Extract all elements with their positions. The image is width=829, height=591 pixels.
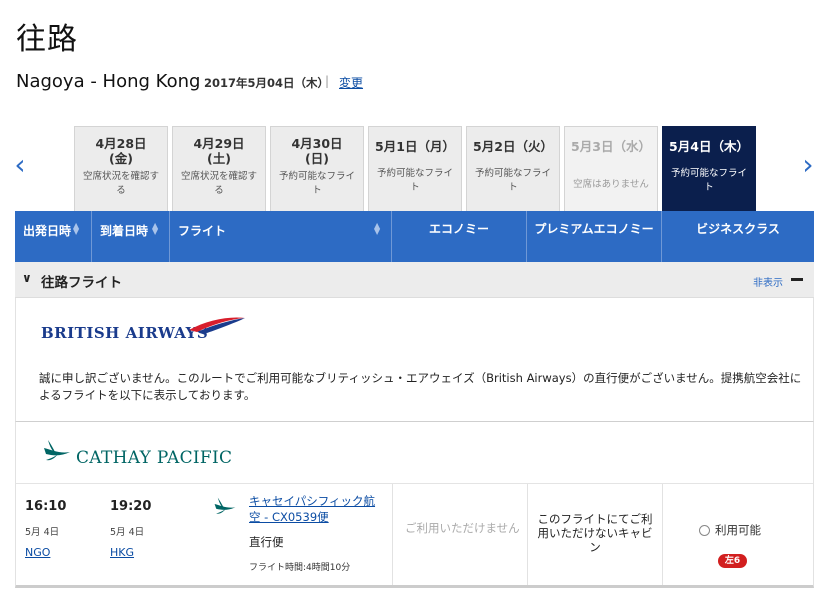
page-title: 往路: [16, 22, 78, 57]
minus-icon[interactable]: [791, 278, 803, 281]
date-tab-apr30[interactable]: 4月30日 (日) 予約可能なフライト: [270, 126, 364, 211]
no-direct-flight-message: 誠に申し訳ございません。このルートでご利用可能なブリティッシュ・エアウェイズ（B…: [39, 371, 802, 402]
next-date-arrow-icon[interactable]: ›: [798, 150, 818, 180]
flight-duration: フライト時間:4時間10分: [249, 563, 351, 573]
flight-number-link[interactable]: キャセイパシフィック航空 - CX0539便: [249, 493, 379, 525]
date-tab-may1[interactable]: 5月1日（月） 予約可能なフライト: [368, 126, 462, 211]
arrival-airport-link[interactable]: HKG: [110, 546, 134, 559]
date-tab-date: 4月28日: [95, 136, 147, 151]
date-tab-date: 4月29日: [193, 136, 245, 151]
sort-depart-header[interactable]: 出発日時 ▲ ▼: [15, 211, 92, 262]
premium-economy-cell: このフライトにてご利用いただけないキャビン: [527, 484, 662, 585]
date-tab-status: 予約可能なフライト: [376, 168, 453, 193]
date-tab-weekday: (土): [207, 151, 231, 166]
section-title: 往路フライト: [41, 275, 122, 291]
date-tab-may2[interactable]: 5月2日（火） 予約可能なフライト: [466, 126, 560, 211]
date-tab-status: 空席はありません: [573, 179, 649, 190]
date-tab-date: 5月2日（火）: [473, 139, 553, 154]
cathay-airline-icon: [214, 497, 236, 514]
premium-economy-header: プレミアムエコノミー: [527, 211, 662, 262]
arrival-date: 5月 4日: [110, 527, 145, 538]
date-tab-status: 予約可能なフライト: [278, 171, 355, 196]
header-label: 出発日時: [23, 224, 72, 238]
economy-cell: ご利用いただけません: [392, 484, 527, 585]
date-tab-apr29[interactable]: 4月29日 (土) 空席状況を確認する: [172, 126, 266, 211]
date-tab-status: 予約可能なフライト: [474, 168, 551, 193]
business-available-label: 利用可能: [715, 523, 761, 537]
british-airways-logo: BRITISH AIRWAYS: [41, 317, 245, 348]
header-label: フライト: [178, 224, 227, 238]
hide-section-link[interactable]: 非表示: [753, 274, 783, 289]
chevron-down-icon: ∨: [22, 271, 32, 285]
arrival-time: 19:20: [110, 499, 152, 514]
economy-header: エコノミー: [392, 211, 527, 262]
date-tab-weekday: (金): [109, 151, 133, 166]
date-tab-date: 5月3日（水）: [571, 139, 651, 154]
departure-airport-link[interactable]: NGO: [25, 546, 50, 559]
change-link[interactable]: 変更: [339, 74, 363, 91]
economy-unavailable: ご利用いただけません: [405, 521, 520, 535]
sort-arrows-icon: ▲ ▼: [73, 221, 80, 236]
header-label: 到着日時: [100, 224, 149, 238]
business-cell[interactable]: 利用可能 左6: [662, 484, 813, 585]
date-tab-may4[interactable]: 5月4日（木） 予約可能なフライト: [662, 126, 756, 213]
route-date: 2017年5月04日（木）: [204, 76, 330, 90]
british-airways-panel: BRITISH AIRWAYS 誠に申し訳ございません。このルートでご利用可能な…: [15, 298, 814, 422]
date-tab-apr28[interactable]: 4月28日 (金) 空席状況を確認する: [74, 126, 168, 211]
cathay-brushwing-icon: [44, 440, 70, 461]
seats-left-badge: 左6: [718, 554, 747, 568]
sort-flight-header[interactable]: フライト ▲ ▼: [170, 211, 392, 262]
direct-flight-label: 直行便: [249, 535, 284, 549]
outbound-section-bar[interactable]: ∨ 往路フライト 非表示: [15, 262, 814, 298]
flight-row: 16:10 5月 4日 NGO 19:20 5月 4日 HKG キャセイパシフィ…: [15, 484, 814, 588]
sort-arrows-icon: ▲ ▼: [374, 221, 381, 236]
date-tabs: 4月28日 (金) 空席状況を確認する 4月29日 (土) 空席状況を確認する …: [74, 126, 757, 213]
date-tab-status: 空席状況を確認する: [180, 171, 257, 196]
header-label: ビジネスクラス: [696, 222, 780, 236]
british-airways-logo-text: BRITISH AIRWAYS: [41, 324, 209, 342]
departure-date: 5月 4日: [25, 527, 60, 538]
sort-arrows-icon: ▲ ▼: [152, 221, 159, 236]
departure-time: 16:10: [25, 499, 67, 514]
date-tab-date: 4月30日: [291, 136, 343, 151]
sort-arrive-header[interactable]: 到着日時 ▲ ▼: [92, 211, 170, 262]
cathay-pacific-logo-text: CATHAY PACIFIC: [76, 448, 233, 468]
grid-header: 出発日時 ▲ ▼ 到着日時 ▲ ▼ フライト ▲ ▼ エコノミー プレミアムエコノミー…: [15, 211, 814, 262]
date-tab-may3: 5月3日（水） 空席はありません: [564, 126, 658, 211]
speedmarque-icon: [189, 317, 245, 333]
date-tab-date: 5月4日（木）: [669, 139, 749, 154]
premium-unavailable: このフライトにてご利用いただけないキャビン: [537, 512, 653, 554]
date-tab-weekday: (日): [305, 151, 329, 166]
cathay-pacific-logo: CATHAY PACIFIC: [42, 438, 262, 472]
header-label: エコノミー: [428, 222, 489, 236]
date-tab-status: 予約可能なフライト: [670, 168, 747, 193]
route-separator: |: [325, 74, 330, 88]
cathay-pacific-panel: CATHAY PACIFIC: [15, 422, 814, 484]
business-fare-radio[interactable]: [699, 525, 710, 536]
prev-date-arrow-icon[interactable]: ‹: [10, 150, 30, 180]
business-header: ビジネスクラス: [662, 211, 814, 262]
date-tab-status: 空席状況を確認する: [82, 171, 159, 196]
date-tab-date: 5月1日（月）: [375, 139, 455, 154]
route-title: Nagoya - Hong Kong: [16, 71, 201, 92]
header-label: プレミアムエコノミー: [534, 222, 654, 236]
